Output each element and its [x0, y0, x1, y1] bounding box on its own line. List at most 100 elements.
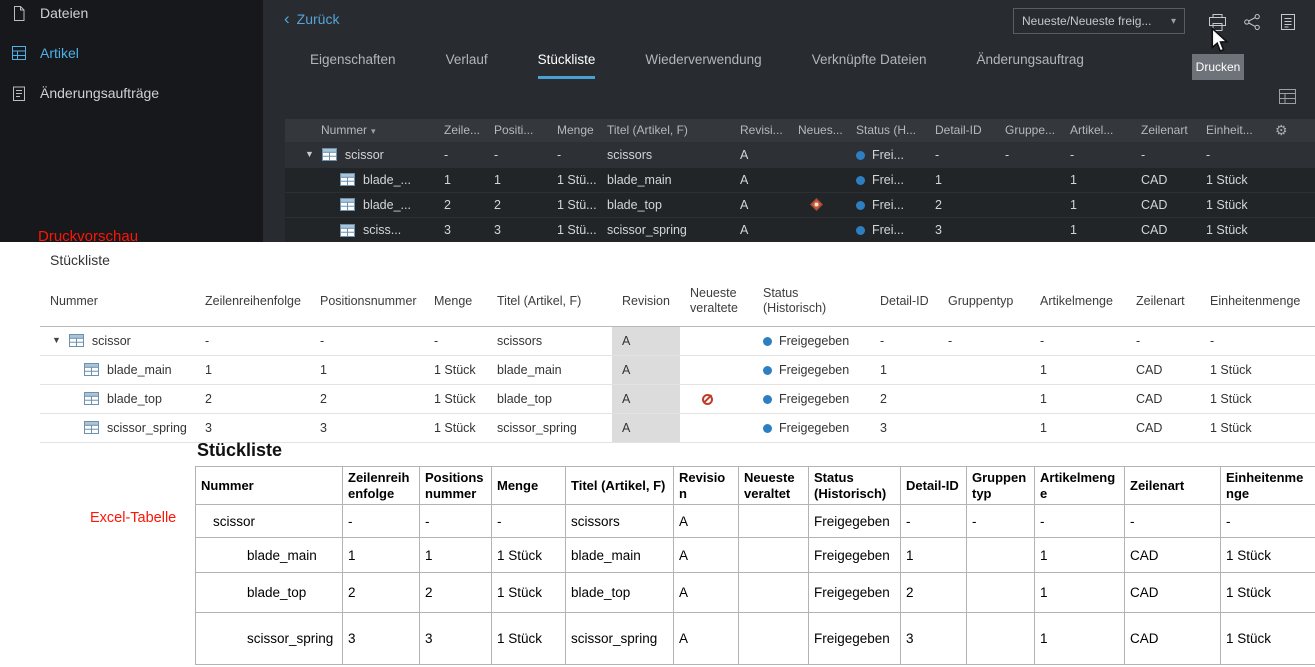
status-text: Frei...	[872, 197, 904, 212]
cell-einheitenmenge: 1 Stück	[1200, 355, 1315, 385]
bom-row-scissor[interactable]: ▼ scissor - - - scissors A Frei... - - - …	[285, 141, 1315, 167]
sidebar-item-artikel[interactable]: Artikel	[0, 33, 263, 73]
sidebar-item-label: Änderungsaufträge	[40, 85, 160, 101]
tab-bar: Eigenschaften Verlauf Stückliste Wiederv…	[310, 52, 1084, 79]
cell-artikelmenge: -	[1062, 141, 1133, 167]
status-text: Freigegeben	[779, 391, 850, 406]
cell-zeile: 2	[195, 384, 310, 414]
tab-eigenschaften[interactable]: Eigenschaften	[310, 52, 396, 79]
cell-zeile: -	[342, 504, 420, 538]
cell-zeile: 2	[436, 191, 486, 217]
cell-gruppentyp	[938, 384, 1030, 414]
cell-zeilenart: CAD	[1124, 612, 1221, 665]
print-header-row: Nummer Zeilenreihenfolge Positionsnummer…	[40, 277, 1315, 327]
col-header-detail-id: Detail-ID	[870, 277, 938, 327]
cell-status: Freigegeben	[808, 504, 901, 538]
col-header-menge[interactable]: Menge	[549, 119, 599, 142]
sidebar-item-aenderungsauftraege[interactable]: Änderungsaufträge	[0, 73, 263, 113]
cell-titel: scissors	[487, 326, 612, 356]
chevron-down-icon: ▾	[1170, 15, 1176, 27]
col-header-gruppentyp[interactable]: Gruppe...	[997, 119, 1062, 142]
col-header-positionsnummer[interactable]: Positi...	[486, 119, 549, 142]
col-header-titel[interactable]: Titel (Artikel, F)	[599, 119, 732, 142]
tab-wiederverwendung[interactable]: Wiederverwendung	[645, 52, 761, 79]
col-header-positionsnummer: Positionsnummer	[419, 466, 492, 505]
cell-pos: 3	[486, 216, 549, 242]
cell-artikelmenge: 1	[1034, 537, 1125, 573]
col-header-einheitenmenge[interactable]: Einheit...	[1198, 119, 1267, 142]
excel-row-scissor: scissor - - - scissors A Freigegeben - -…	[195, 504, 1315, 538]
cell-zeilenart: -	[1133, 141, 1198, 167]
bom-row-blade-top[interactable]: blade_... 2 2 1 Stü... blade_top A Frei.…	[285, 191, 1315, 217]
cell-zeilenart: CAD	[1133, 166, 1198, 192]
col-header-zeilenart[interactable]: Zeilenart	[1133, 119, 1198, 142]
cell-pos: 3	[419, 612, 492, 665]
cell-menge: 1 Stü...	[549, 216, 599, 242]
cell-revision: A	[732, 166, 790, 192]
col-header-status: Status (Historisch)	[753, 277, 870, 327]
revision-rule-dropdown[interactable]: Neueste/Neueste freig... ▾	[1013, 8, 1185, 34]
expand-toggle-icon: ▼	[52, 335, 61, 346]
cell-neueste	[738, 537, 809, 573]
cell-einheitenmenge: 1 Stück	[1200, 413, 1315, 443]
col-header-nummer: Nummer	[40, 277, 195, 327]
print-tooltip: Drucken	[1192, 54, 1244, 80]
print-row-scissor-spring: scissor_spring 3 3 1 Stück scissor_sprin…	[40, 413, 1315, 443]
print-row-blade-main: blade_main 1 1 1 Stück blade_main A Frei…	[40, 355, 1315, 385]
cell-detail-id: 2	[927, 191, 997, 217]
cell-detail-id: 1	[870, 355, 938, 385]
tab-aenderungsauftrag[interactable]: Änderungsauftrag	[977, 52, 1084, 79]
cell-text: sciss...	[363, 223, 402, 238]
sidebar-item-dateien[interactable]: Dateien	[0, 0, 263, 33]
tab-verlauf[interactable]: Verlauf	[446, 52, 488, 79]
cell-detail-id: -	[927, 141, 997, 167]
col-header-nummer[interactable]: Nummer ▾	[285, 119, 436, 142]
cell-zeile: 1	[436, 166, 486, 192]
cell-nummer: blade_top	[195, 572, 343, 613]
col-header-zeilenreihenfolge[interactable]: Zeile...	[436, 119, 486, 142]
cell-revision: A	[673, 504, 739, 538]
col-header-neueste-veraltet: Neueste veraltet	[738, 466, 809, 505]
cell-revision: A	[612, 355, 680, 385]
tab-verknuepfte-dateien[interactable]: Verknüpfte Dateien	[812, 52, 927, 79]
bom-row-blade-main[interactable]: blade_... 1 1 1 Stü... blade_main A Frei…	[285, 166, 1315, 192]
col-header-zeilenart: Zeilenart	[1124, 466, 1221, 505]
cell-neueste	[790, 166, 848, 192]
cell-status: Freigegeben	[808, 572, 901, 613]
cell-nummer: scissor_spring	[40, 413, 195, 443]
col-header-status[interactable]: Status (H...	[848, 119, 927, 142]
cell-detail-id: -	[870, 326, 938, 356]
bom-row-scissor-spring[interactable]: sciss... 3 3 1 Stü... scissor_spring A F…	[285, 216, 1315, 242]
cell-artikelmenge: 1	[1030, 355, 1126, 385]
col-header-neueste-veraltete[interactable]: Neues...	[790, 119, 848, 142]
print-preview-table: Nummer Zeilenreihenfolge Positionsnummer…	[40, 277, 1315, 443]
cell-artikelmenge: -	[1030, 326, 1126, 356]
cell-pos: 2	[486, 191, 549, 217]
back-button[interactable]: ‹ Zurück	[284, 10, 339, 27]
col-header-revision: Revision	[673, 466, 739, 505]
col-header-artikelmenge: Artikelmenge	[1034, 466, 1125, 505]
table-view-button[interactable]	[1279, 89, 1296, 109]
cell-neueste	[738, 572, 809, 613]
col-header-nummer: Nummer	[195, 466, 343, 505]
cell-zeile: 1	[342, 537, 420, 573]
cell-pos: 1	[419, 537, 492, 573]
cell-einheitenmenge: 1 Stück	[1198, 191, 1267, 217]
col-header-positionsnummer: Positionsnummer	[310, 277, 424, 327]
col-header-detail-id[interactable]: Detail-ID	[927, 119, 997, 142]
expand-toggle-icon[interactable]: ▼	[305, 150, 314, 159]
col-header-artikelmenge[interactable]: Artikel...	[1062, 119, 1133, 142]
item-icon	[84, 421, 99, 435]
print-row-scissor: ▼ scissor - - - scissors A Freigegeben - …	[40, 326, 1315, 356]
tab-stueckliste[interactable]: Stückliste	[537, 52, 596, 79]
cell-status: Freigegeben	[753, 384, 870, 414]
col-header-settings[interactable]: ⚙	[1267, 119, 1315, 142]
share-button[interactable]	[1240, 11, 1264, 33]
sort-chevron-icon: ▾	[371, 126, 376, 137]
col-header-revision[interactable]: Revisi...	[732, 119, 790, 142]
cell-menge: 1 Stü...	[549, 166, 599, 192]
col-header-status: Status (Historisch)	[808, 466, 901, 505]
cell-gruppentyp	[966, 612, 1035, 665]
reports-button[interactable]	[1276, 11, 1300, 33]
cell-neueste	[790, 191, 848, 217]
